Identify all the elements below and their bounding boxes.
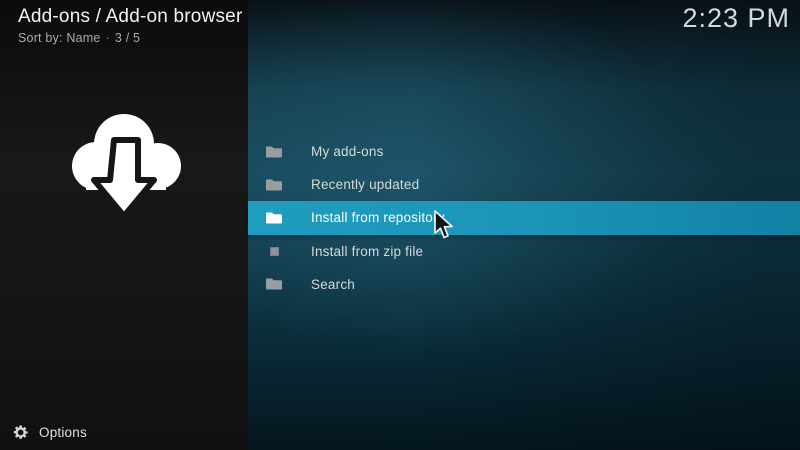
cloud-download-icon (62, 104, 186, 224)
options-button[interactable]: Options (12, 424, 87, 441)
main-panel: My add-ons Recently updated Install from… (248, 0, 800, 450)
clock: 2:23 PM (682, 3, 790, 33)
options-label: Options (39, 425, 87, 440)
folder-icon (265, 277, 283, 291)
addon-menu: My add-ons Recently updated Install from… (248, 135, 800, 301)
menu-item-label: Install from zip file (311, 243, 424, 259)
gear-icon (12, 424, 29, 441)
menu-item-my-addons[interactable]: My add-ons (248, 135, 800, 168)
folder-icon (265, 178, 283, 192)
menu-item-recently-updated[interactable]: Recently updated (248, 168, 800, 201)
file-icon (265, 244, 283, 258)
separator-dot: · (105, 31, 110, 45)
folder-icon (265, 145, 283, 159)
page-title: Add-ons / Add-on browser (18, 6, 243, 27)
menu-item-label: Search (311, 276, 355, 292)
menu-item-label: My add-ons (311, 144, 384, 160)
menu-item-label: Recently updated (311, 177, 420, 193)
menu-item-install-from-zip-file[interactable]: Install from zip file (248, 235, 800, 268)
sort-status: Sort by: Name · 3 / 5 (18, 31, 242, 45)
left-panel: Add-ons / Add-on browser Sort by: Name · 3… (0, 0, 248, 450)
item-position: 3 / 5 (114, 31, 141, 45)
menu-item-label: Install from repository (311, 210, 445, 226)
menu-item-search[interactable]: Search (248, 268, 800, 301)
sort-by-label: Sort by: Name (18, 31, 101, 45)
folder-icon (265, 211, 283, 225)
addon-browser-screen: Add-ons / Add-on browser Sort by: Name · 3… (0, 0, 800, 450)
header: Add-ons / Add-on browser Sort by: Name · 3… (18, 6, 242, 45)
menu-item-install-from-repository[interactable]: Install from repository (248, 201, 800, 235)
